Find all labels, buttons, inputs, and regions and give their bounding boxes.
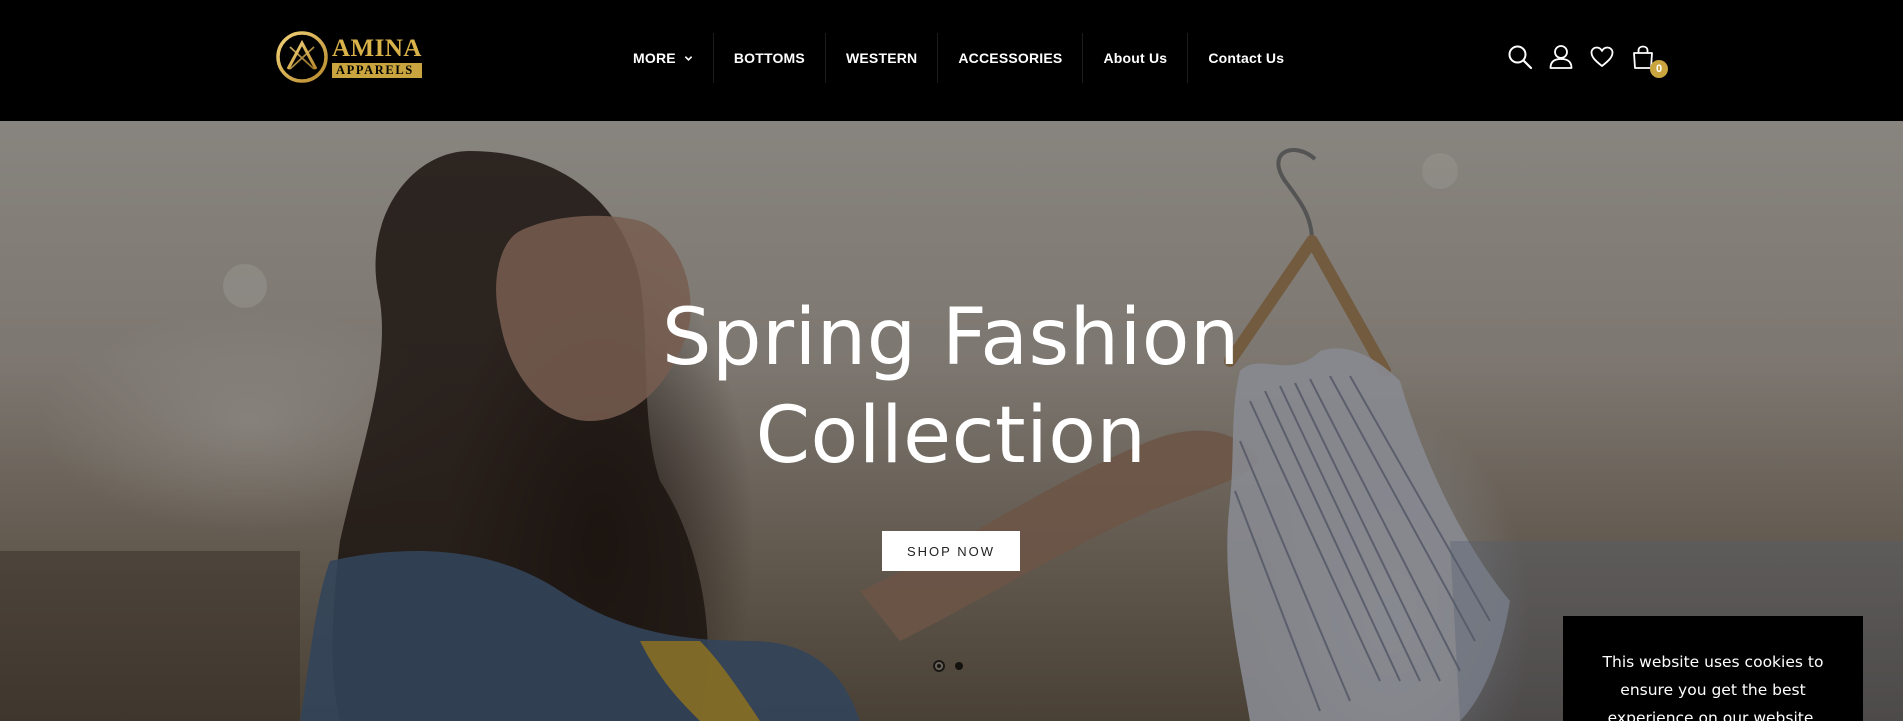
nav-item-label: WESTERN (845, 50, 918, 66)
brand-subtitle: APPARELS (332, 63, 422, 78)
account-button[interactable] (1546, 42, 1576, 72)
brand-name: AMINA (332, 35, 422, 63)
nav-item-about-us[interactable]: About Us (1083, 33, 1189, 83)
nav-item-more[interactable]: MORE (613, 33, 714, 83)
slider-dots (933, 660, 973, 672)
chevron-down-icon (684, 55, 693, 61)
cookie-text: This website uses cookies to ensure you … (1602, 653, 1824, 721)
nav-item-accessories[interactable]: ACCESSORIES (938, 33, 1084, 83)
site-header: AMINA APPARELS MORE BOTTOMS WESTERN ACCE… (0, 0, 1903, 121)
search-button[interactable] (1505, 42, 1535, 72)
hero-title: Spring Fashion Collection (551, 289, 1351, 485)
main-nav: MORE BOTTOMS WESTERN ACCESSORIES About U… (613, 33, 1304, 83)
cart-count-badge: 0 (1650, 60, 1668, 78)
brand-logo[interactable]: AMINA APPARELS (276, 30, 428, 84)
heart-icon (1590, 46, 1614, 67)
nav-item-western[interactable]: WESTERN (826, 33, 939, 83)
hero-title-line2: Collection (755, 391, 1147, 481)
slider-dot-2[interactable] (955, 662, 963, 670)
header-icons: 0 (1505, 42, 1669, 78)
nav-item-label: Contact Us (1208, 50, 1285, 66)
cart-button[interactable]: 0 (1628, 42, 1668, 78)
slider-dot-1[interactable] (933, 660, 945, 672)
search-icon (1508, 45, 1533, 70)
hero-title-line1: Spring Fashion (662, 293, 1240, 383)
nav-item-label: BOTTOMS (733, 50, 805, 66)
shop-now-button[interactable]: SHOP NOW (882, 531, 1020, 571)
nav-item-label: ACCESSORIES (958, 50, 1063, 66)
nav-item-contact-us[interactable]: Contact Us (1188, 33, 1304, 83)
nav-item-label: MORE (633, 50, 676, 66)
nav-item-bottoms[interactable]: BOTTOMS (714, 33, 826, 83)
logo-text: AMINA APPARELS (332, 36, 422, 78)
nav-item-label: About Us (1103, 50, 1168, 66)
cookie-banner: This website uses cookies to ensure you … (1563, 616, 1863, 721)
wishlist-button[interactable] (1587, 42, 1617, 72)
user-icon (1549, 45, 1573, 69)
logo-mark-icon (276, 31, 328, 83)
